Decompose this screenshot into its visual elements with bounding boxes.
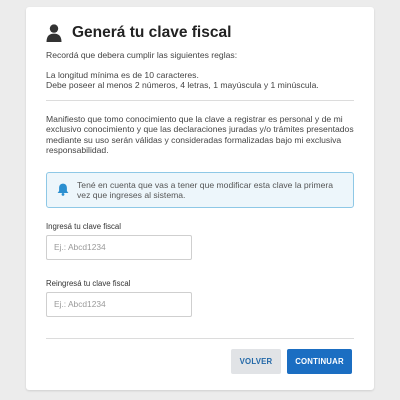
bell-icon xyxy=(57,183,69,196)
declaration-text: Manifiesto que tomo conocimiento que la … xyxy=(46,113,354,156)
alert-text: Tené en cuenta que vas a tener que modif… xyxy=(77,179,334,200)
confirm-password-label: Reingresá tu clave fiscal xyxy=(46,278,131,288)
confirm-password-input[interactable] xyxy=(46,291,192,317)
rule-item: Debe poseer al menos 2 números, 4 letras… xyxy=(46,80,319,90)
continue-button[interactable]: CONTINUAR xyxy=(287,349,352,374)
rules-intro: Recordá que debera cumplir las siguiente… xyxy=(46,50,238,60)
rules-list: La longitud mínima es de 10 caracteres. … xyxy=(46,70,354,91)
divider xyxy=(46,337,354,339)
rule-item: La longitud mínima es de 10 caracteres. xyxy=(46,69,199,80)
form-actions: VOLVER CONTINUAR xyxy=(231,349,352,374)
header: Generá tu clave fiscal xyxy=(46,21,354,45)
password-input[interactable] xyxy=(46,234,192,260)
password-label: Ingresá tu clave fiscal xyxy=(46,221,121,231)
info-alert: Tené en cuenta que vas a tener que modif… xyxy=(46,171,354,208)
back-button[interactable]: VOLVER xyxy=(231,349,281,374)
divider xyxy=(46,99,354,101)
password-setup-card: Generá tu clave fiscal Recordá que deber… xyxy=(26,7,374,390)
user-icon xyxy=(46,24,62,42)
page-title: Generá tu clave fiscal xyxy=(72,24,232,41)
